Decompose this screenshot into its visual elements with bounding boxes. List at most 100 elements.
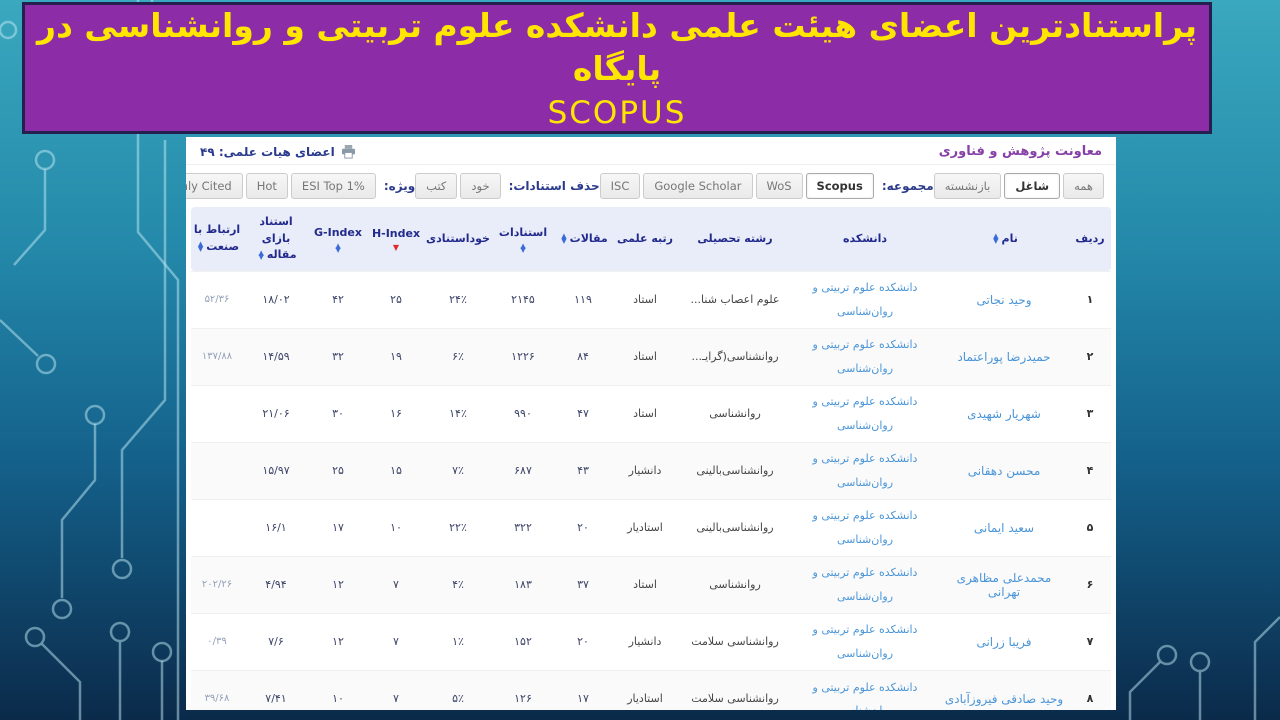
cell-industry: ۵۲/۳۶ bbox=[191, 270, 243, 328]
cell-name-link[interactable]: فریبا زرانی bbox=[939, 612, 1069, 670]
cell-self-citation: ۵٪ bbox=[425, 669, 491, 710]
sort-desc-icon: ▼ bbox=[392, 243, 400, 252]
cell-acad-rank: استاد bbox=[611, 384, 679, 442]
cell-citations: ۱۲۶ bbox=[491, 669, 555, 710]
cell-citations-per-article: ۱۶/۱ bbox=[243, 498, 309, 556]
cell-g-index: ۱۷ bbox=[309, 498, 367, 556]
cell-self-citation: ۷٪ bbox=[425, 441, 491, 499]
cell-name-link[interactable]: سعید ایمانی bbox=[939, 498, 1069, 556]
cell-field: روانشناسی bbox=[679, 384, 791, 442]
cell-citations-per-article: ۷/۴۱ bbox=[243, 669, 309, 710]
special-group: ویژه: ESI Top 1% Hot Highly Cited bbox=[186, 173, 415, 199]
cell-faculty-link[interactable]: دانشکده علوم تربیتی و روان‌شناسی bbox=[791, 555, 939, 613]
cell-industry: ۳۹/۶۸ bbox=[191, 669, 243, 710]
slide-banner: پراستنادترین اعضای هیئت علمی دانشکده علو… bbox=[22, 2, 1212, 134]
cell-h-index: ۷ bbox=[367, 555, 425, 613]
status-filter-group: همه شاغل بازنشسته bbox=[933, 173, 1104, 199]
cell-self-citation: ۲۲٪ bbox=[425, 498, 491, 556]
cell-acad-rank: استاد bbox=[611, 327, 679, 385]
cell-name-link[interactable]: وحید نجاتی bbox=[939, 270, 1069, 328]
cell-h-index: ۱۵ bbox=[367, 441, 425, 499]
cell-name-link[interactable]: وحید صادقی فیروزآبادی bbox=[939, 669, 1069, 710]
table-row: ۴ محسن دهقانی دانشکده علوم تربیتی و روان… bbox=[191, 441, 1111, 499]
header-acad-rank: رتبه علمی bbox=[611, 207, 679, 271]
cell-rank: ۶ bbox=[1069, 555, 1111, 613]
cell-self-citation: ۲۴٪ bbox=[425, 270, 491, 328]
table-row: ۲ حمیدرضا پوراعتماد دانشکده علوم تربیتی … bbox=[191, 327, 1111, 385]
cell-g-index: ۳۲ bbox=[309, 327, 367, 385]
cell-citations: ۳۲۲ bbox=[491, 498, 555, 556]
table-row: ۸ وحید صادقی فیروزآبادی دانشکده علوم ترب… bbox=[191, 669, 1111, 710]
cell-industry: ۰/۳۹ bbox=[191, 612, 243, 670]
cell-name-link[interactable]: شهریار شهیدی bbox=[939, 384, 1069, 442]
special-hot-button[interactable]: Hot bbox=[245, 173, 288, 199]
cell-industry bbox=[191, 498, 243, 556]
cell-field: علوم اعصاب شنا... bbox=[679, 270, 791, 328]
header-field: رشته تحصیلی bbox=[679, 207, 791, 271]
cell-rank: ۴ bbox=[1069, 441, 1111, 499]
cell-name-link[interactable]: حمیدرضا پوراعتماد bbox=[939, 327, 1069, 385]
cell-faculty-link[interactable]: دانشکده علوم تربیتی و روان‌شناسی bbox=[791, 612, 939, 670]
remove-self-button[interactable]: خود bbox=[460, 173, 501, 199]
header-g-index[interactable]: G-Index ▲ ▼ bbox=[309, 207, 367, 271]
collection-google-scholar-button[interactable]: Google Scholar bbox=[643, 173, 753, 199]
collection-wos-button[interactable]: WoS bbox=[755, 173, 803, 199]
cell-industry bbox=[191, 384, 243, 442]
collection-group: مجموعه: Scopus WoS Google Scholar ISC bbox=[599, 173, 934, 199]
cell-rank: ۷ bbox=[1069, 612, 1111, 670]
header-citations[interactable]: استنادات ▲ ▼ bbox=[491, 207, 555, 271]
cell-faculty-link[interactable]: دانشکده علوم تربیتی و روان‌شناسی bbox=[791, 384, 939, 442]
printer-icon[interactable] bbox=[341, 144, 356, 159]
special-highly-cited-button[interactable]: Highly Cited bbox=[186, 173, 243, 199]
cell-g-index: ۳۰ bbox=[309, 384, 367, 442]
cell-g-index: ۱۲ bbox=[309, 555, 367, 613]
status-retired-button[interactable]: بازنشسته bbox=[933, 173, 1002, 199]
cell-citations-per-article: ۴/۹۴ bbox=[243, 555, 309, 613]
header-h-index[interactable]: H-Index ▼ bbox=[367, 207, 425, 271]
faculty-count-label: اعضای هیات علمی: ۴۹ bbox=[200, 144, 335, 159]
cell-citations: ۱۵۲ bbox=[491, 612, 555, 670]
header-name[interactable]: نام ▲ ▼ bbox=[939, 207, 1069, 271]
faculty-table: ردیف نام ▲ ▼ دانشکده رشته تحصیلی رتبه علمی… bbox=[191, 207, 1111, 710]
cell-self-citation: ۱٪ bbox=[425, 612, 491, 670]
cell-self-citation: ۴٪ bbox=[425, 555, 491, 613]
remove-citations-group: حذف استنادات: خود کتب bbox=[415, 173, 600, 199]
status-active-button[interactable]: شاغل bbox=[1004, 173, 1061, 199]
collection-scopus-button[interactable]: Scopus bbox=[805, 173, 874, 199]
cell-h-index: ۱۰ bbox=[367, 498, 425, 556]
remove-books-button[interactable]: کتب bbox=[415, 173, 458, 199]
cell-articles: ۱۱۹ bbox=[555, 270, 611, 328]
cell-faculty-link[interactable]: دانشکده علوم تربیتی و روان‌شناسی bbox=[791, 270, 939, 328]
header-rank: ردیف bbox=[1069, 207, 1111, 271]
cell-citations: ۱۸۳ bbox=[491, 555, 555, 613]
cell-h-index: ۱۹ bbox=[367, 327, 425, 385]
cell-name-link[interactable]: محسن دهقانی bbox=[939, 441, 1069, 499]
cell-g-index: ۴۲ bbox=[309, 270, 367, 328]
cell-industry: ۱۳۷/۸۸ bbox=[191, 327, 243, 385]
cell-citations-per-article: ۱۸/۰۲ bbox=[243, 270, 309, 328]
status-all-button[interactable]: همه bbox=[1063, 173, 1104, 199]
cell-citations-per-article: ۲۱/۰۶ bbox=[243, 384, 309, 442]
cell-field: روانشناسی‌بالینی bbox=[679, 441, 791, 499]
sort-icon: ▲ ▼ bbox=[197, 240, 204, 253]
collection-isc-button[interactable]: ISC bbox=[599, 173, 641, 199]
cell-field: روانشناسی سلامت bbox=[679, 612, 791, 670]
cell-rank: ۱ bbox=[1069, 270, 1111, 328]
table-row: ۶ محمدعلی مظاهری تهرانی دانشکده علوم ترب… bbox=[191, 555, 1111, 613]
cell-faculty-link[interactable]: دانشکده علوم تربیتی و روان‌شناسی bbox=[791, 327, 939, 385]
app-panel: معاونت پژوهش و فناوری اعضای هیات علمی: ۴… bbox=[186, 137, 1116, 710]
special-esi-button[interactable]: ESI Top 1% bbox=[290, 173, 376, 199]
cell-g-index: ۱۲ bbox=[309, 612, 367, 670]
cell-acad-rank: دانشیار bbox=[611, 612, 679, 670]
faculty-count: اعضای هیات علمی: ۴۹ bbox=[200, 144, 356, 159]
header-citations-per-article[interactable]: استناد بازای مقاله ▲ ▼ bbox=[243, 207, 309, 271]
sort-icon: ▲ ▼ bbox=[561, 232, 567, 245]
cell-name-link[interactable]: محمدعلی مظاهری تهرانی bbox=[939, 555, 1069, 613]
header-self-citation: خوداستنادی bbox=[425, 207, 491, 271]
header-articles[interactable]: مقالات ▲ ▼ bbox=[555, 207, 611, 271]
header-industry[interactable]: ارتباط با صنعت ▲ ▼ bbox=[191, 207, 243, 271]
cell-faculty-link[interactable]: دانشکده علوم تربیتی و روان‌شناسی bbox=[791, 441, 939, 499]
cell-faculty-link[interactable]: دانشکده علوم تربیتی و روان‌شناسی bbox=[791, 669, 939, 710]
cell-faculty-link[interactable]: دانشکده علوم تربیتی و روان‌شناسی bbox=[791, 498, 939, 556]
cell-g-index: ۱۰ bbox=[309, 669, 367, 710]
